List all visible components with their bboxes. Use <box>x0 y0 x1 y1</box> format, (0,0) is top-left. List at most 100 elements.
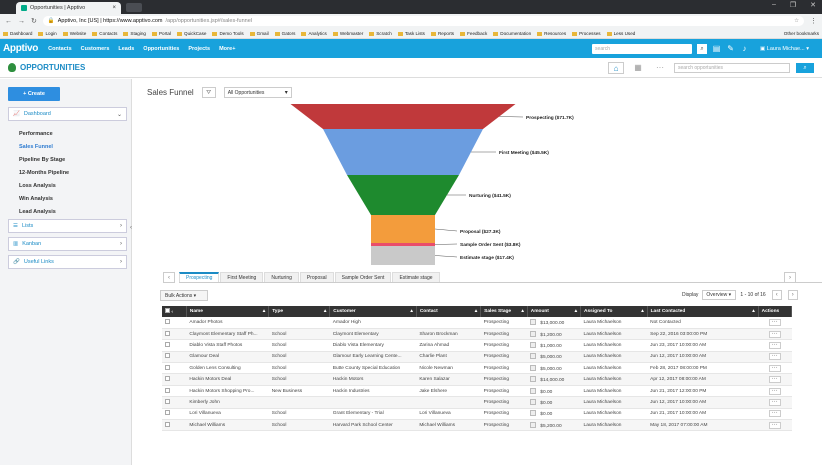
bookmark-item[interactable]: Login <box>38 31 57 36</box>
apptivo-logo[interactable]: Apptivo <box>3 43 38 54</box>
bookmark-item[interactable]: Contacts <box>92 31 117 36</box>
table-row[interactable]: Michael Williams School Harvard Park Schoo… <box>162 419 792 432</box>
row-checkbox[interactable] <box>162 408 187 421</box>
tabs-prev-button[interactable]: ‹ <box>163 272 175 283</box>
cell-name[interactable]: Amador Photos <box>186 317 269 329</box>
sidebar-group-useful-links[interactable]: 🔗 Useful Links › <box>8 255 127 269</box>
column-header-contact[interactable]: Contact ▴ <box>416 306 482 317</box>
bookmark-item[interactable]: Website <box>62 31 86 36</box>
column-header-last-contacted[interactable]: Last Contacted ▴ <box>647 306 759 317</box>
more-icon[interactable]: ··· <box>652 62 668 74</box>
sort-icon[interactable]: ▴ <box>410 309 412 314</box>
reports-icon[interactable]: ▦ <box>630 62 646 74</box>
row-checkbox[interactable] <box>162 385 187 398</box>
more-actions-icon[interactable]: ··· <box>768 318 781 326</box>
cell-name[interactable]: Hackin Motors Shopping Pro... <box>186 385 269 398</box>
column-header-type[interactable]: Type ▴ <box>268 306 331 317</box>
more-actions-icon[interactable]: ··· <box>768 353 781 361</box>
opportunities-search-input[interactable]: search opportunities <box>674 62 790 73</box>
row-actions[interactable]: ··· <box>758 396 792 409</box>
display-select[interactable]: Overview ▾ <box>702 290 737 300</box>
bookmark-item[interactable]: Dashboard <box>3 31 32 36</box>
tab-sample-order-sent[interactable]: Sample Order Sent <box>334 272 392 282</box>
sort-icon[interactable]: ▴ <box>641 309 643 314</box>
cell-name[interactable]: Glamour Deal <box>186 351 269 364</box>
column-header-name[interactable]: Name ▴ <box>186 306 270 317</box>
tab-prospecting[interactable]: Prospecting <box>179 272 220 282</box>
settings-icon[interactable]: ✎ <box>726 44 735 53</box>
create-button[interactable]: + Create <box>8 87 60 101</box>
table-row[interactable]: Hackin Motors Shopping Pro... New Busines… <box>162 385 792 398</box>
sort-icon[interactable]: ▴ <box>263 309 265 314</box>
column-header-amount[interactable]: Amount ▴ <box>527 306 582 317</box>
sidebar-item-performance[interactable]: Performance <box>19 128 69 141</box>
bookmark-item[interactable]: Gators <box>274 31 295 36</box>
column-header-assigned-to[interactable]: Assigned To ▴ <box>580 306 648 317</box>
cell-name[interactable]: Diablo Vista Staff Photos <box>186 339 269 352</box>
cell-name[interactable]: Claymont Elementary Staff Ph... <box>186 328 269 341</box>
bookmark-item[interactable]: Reports <box>430 31 454 36</box>
table-row[interactable]: Amador Photos Amador High Prospecting $13,0… <box>162 317 792 329</box>
bookmark-item[interactable]: QuickCase <box>177 31 206 36</box>
row-actions[interactable]: ··· <box>758 339 792 352</box>
funnel-segment[interactable] <box>290 104 516 129</box>
row-actions[interactable]: ··· <box>758 362 792 375</box>
cell-name[interactable]: Michael Williams <box>186 419 269 432</box>
calendar-icon[interactable]: ▤ <box>712 44 721 53</box>
sidebar-group-lists[interactable]: ☰ Lists › <box>8 219 127 233</box>
cell-name[interactable]: Kimberly John <box>186 396 269 409</box>
row-actions[interactable]: ··· <box>758 408 792 421</box>
funnel-segment[interactable] <box>323 129 483 175</box>
forward-icon[interactable]: → <box>18 18 25 25</box>
bookmark-item[interactable]: Analytics <box>301 31 327 36</box>
url-field[interactable]: 🔒 Apptivo, Inc [US] | https://www.apptiv… <box>42 16 804 26</box>
opportunities-search-button[interactable]: ⌕ <box>796 62 814 73</box>
table-row[interactable]: Kimberly John Prospecting $0.00 Laura Micha… <box>162 396 792 409</box>
sort-icon[interactable]: ▴ <box>575 309 577 314</box>
row-actions[interactable]: ··· <box>758 373 792 386</box>
bookmark-star-icon[interactable]: ☆ <box>794 18 799 24</box>
bookmark-item[interactable]: Less Used <box>606 31 635 36</box>
notification-bell-icon[interactable]: ♪ <box>740 44 749 53</box>
cell-name[interactable]: Lori Villanueva <box>186 408 269 421</box>
nav-item-more[interactable]: More+ <box>219 46 235 52</box>
tab-first-meeting[interactable]: First Meeting <box>220 272 264 282</box>
prev-page-button[interactable]: ‹ <box>771 290 782 300</box>
row-checkbox[interactable] <box>162 339 187 352</box>
more-actions-icon[interactable]: ··· <box>768 398 781 406</box>
bookmark-item[interactable]: Staging <box>123 31 146 36</box>
next-page-button[interactable]: › <box>787 290 798 300</box>
table-row[interactable]: Diablo Vista Staff Photos School Diablo Vi… <box>162 339 792 352</box>
row-checkbox[interactable] <box>162 419 187 432</box>
browser-menu-icon[interactable]: ⋮ <box>810 17 817 25</box>
funnel-segment[interactable] <box>347 175 459 215</box>
browser-tab[interactable]: Opportunities | Apptivo × <box>16 2 121 14</box>
table-row[interactable]: Lori Villanueva School Grant Elementary - … <box>162 408 792 421</box>
bookmark-item[interactable]: Task Lists <box>397 31 425 36</box>
app-search-input[interactable]: search <box>592 43 693 54</box>
bookmark-item[interactable]: Feedback <box>460 31 487 36</box>
sort-icon[interactable]: ▴ <box>521 309 523 314</box>
more-actions-icon[interactable]: ··· <box>768 376 781 384</box>
more-actions-icon[interactable]: ··· <box>768 341 781 349</box>
more-actions-icon[interactable]: ··· <box>768 410 781 418</box>
sidebar-item-12-months-pipeline[interactable]: 12-Months Pipeline <box>19 167 69 180</box>
row-checkbox[interactable] <box>162 362 187 375</box>
table-row[interactable]: Glamour Deal School Glamour Early Learning… <box>162 351 792 364</box>
bookmark-item[interactable]: Scratch <box>369 31 392 36</box>
row-actions[interactable]: ··· <box>758 351 792 364</box>
sidebar-item-sales-funnel[interactable]: Sales Funnel <box>19 141 69 154</box>
bookmark-item[interactable]: Processes <box>572 31 601 36</box>
sidebar-item-lead-analysis[interactable]: Lead Analysis <box>19 206 69 219</box>
column-header-actions[interactable]: Actions <box>758 306 793 317</box>
row-actions[interactable]: ··· <box>758 385 792 398</box>
tabs-next-button[interactable]: › <box>784 272 796 283</box>
funnel-segment[interactable] <box>371 246 435 265</box>
sidebar-group-kanban[interactable]: ▥ Kanban › <box>8 237 127 251</box>
more-actions-icon[interactable]: ··· <box>768 387 781 395</box>
bookmark-item[interactable]: Webmaster <box>332 31 363 36</box>
home-icon[interactable]: ⌂ <box>608 61 624 74</box>
row-checkbox[interactable] <box>162 317 187 329</box>
sort-icon[interactable]: ▴ <box>475 309 477 314</box>
collapse-sidebar-icon[interactable]: ‹ <box>130 225 132 231</box>
